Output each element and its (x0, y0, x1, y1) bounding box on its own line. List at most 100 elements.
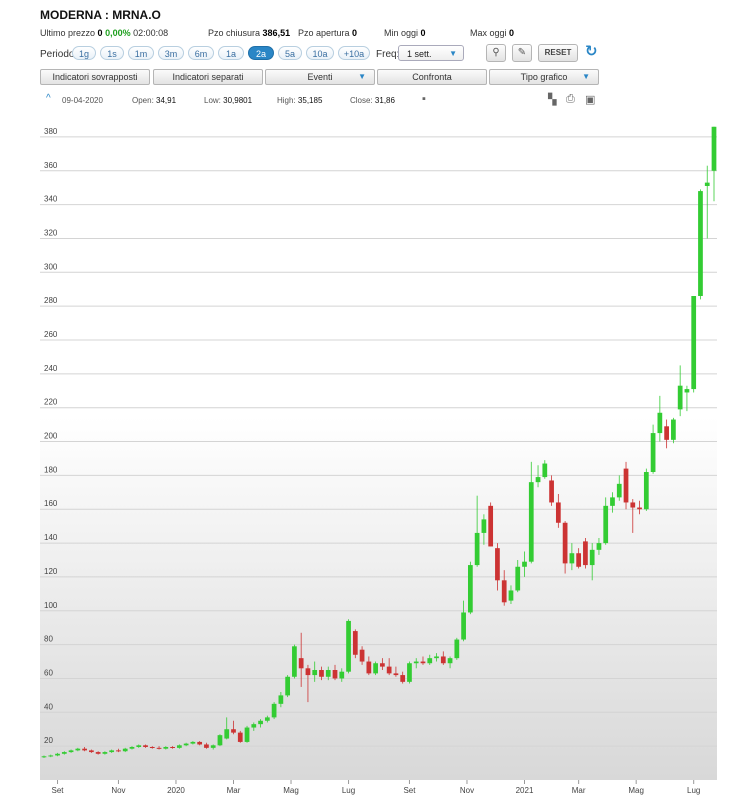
candle-up[interactable] (603, 505, 609, 544)
candle-up[interactable] (61, 752, 67, 754)
candle-down[interactable] (440, 656, 446, 664)
candle-down[interactable] (156, 747, 162, 749)
candle-up[interactable] (610, 497, 615, 506)
candle-up[interactable] (447, 658, 453, 664)
draw-button[interactable]: ✎ (512, 44, 532, 62)
candle-up[interactable] (407, 663, 412, 682)
candle-up[interactable] (339, 671, 345, 679)
candle-down[interactable] (332, 670, 338, 679)
candle-down[interactable] (95, 752, 101, 754)
candle-down[interactable] (305, 668, 311, 676)
candle-up[interactable] (264, 717, 270, 721)
period-button-1m[interactable]: 1m (128, 46, 154, 60)
candle-up[interactable] (271, 703, 277, 718)
candle-up[interactable] (542, 463, 548, 478)
candle-up[interactable] (251, 724, 257, 728)
reset-button[interactable]: RESET (538, 44, 578, 62)
chart-type-button[interactable]: Tipo grafico ▼ (489, 69, 599, 85)
candle-up[interactable] (515, 566, 521, 591)
candle-down[interactable] (630, 502, 636, 508)
period-button-1s[interactable]: 1s (100, 46, 124, 60)
period-button-1g[interactable]: 1g (72, 46, 96, 60)
period-button-1a[interactable]: 1a (218, 46, 244, 60)
candle-down[interactable] (116, 750, 121, 752)
period-button-2a[interactable]: 2a (248, 46, 274, 60)
zoom-button[interactable]: ⚲ (486, 44, 506, 62)
candle-up[interactable] (278, 695, 284, 704)
candle-down[interactable] (420, 661, 426, 664)
candlestick-chart[interactable]: 20 40 60 80 100 120 140 160 180 200 220 240 260 280 30… (0, 110, 729, 800)
candle-down[interactable] (237, 732, 243, 742)
separate-indicators-button[interactable]: Indicatori separati (153, 69, 263, 85)
period-button-3m[interactable]: 3m (158, 46, 184, 60)
refresh-icon[interactable]: ↻ (585, 42, 598, 60)
candle-up[interactable] (691, 296, 697, 390)
candle-up[interactable] (461, 612, 466, 640)
candle-down[interactable] (231, 729, 236, 733)
candle-up[interactable] (650, 433, 656, 472)
candle-up[interactable] (48, 755, 54, 757)
candle-up[interactable] (129, 747, 135, 749)
candle-up[interactable] (657, 412, 663, 434)
period-button-plus10a[interactable]: +10a (338, 46, 370, 60)
candle-down[interactable] (495, 548, 500, 581)
candle-up[interactable] (522, 561, 527, 567)
candle-up[interactable] (671, 419, 676, 440)
layers-icon[interactable]: ▚ (548, 93, 556, 106)
candle-down[interactable] (319, 670, 324, 677)
candle-down[interactable] (197, 741, 203, 745)
period-button-5a[interactable]: 5a (278, 46, 302, 60)
candle-up[interactable] (346, 620, 351, 672)
candle-down[interactable] (576, 553, 582, 567)
candle-down[interactable] (583, 541, 588, 566)
candle-up[interactable] (704, 182, 710, 186)
candle-down[interactable] (637, 507, 642, 510)
candle-up[interactable] (467, 565, 473, 613)
candle-up[interactable] (217, 735, 223, 746)
candle-up[interactable] (292, 646, 297, 677)
candle-up[interactable] (244, 727, 250, 742)
candle-down[interactable] (82, 748, 87, 751)
candle-up[interactable] (589, 549, 595, 566)
candle-up[interactable] (474, 532, 480, 566)
candle-up[interactable] (508, 590, 514, 601)
candle-up[interactable] (55, 753, 60, 756)
candle-up[interactable] (569, 553, 575, 564)
candle-down[interactable] (352, 631, 358, 655)
candle-down[interactable] (562, 522, 568, 564)
candle-down[interactable] (386, 666, 392, 674)
candle-up[interactable] (190, 741, 196, 744)
candle-up[interactable] (454, 639, 460, 659)
candle-up[interactable] (535, 477, 541, 483)
candle-up[interactable] (258, 720, 263, 725)
candle-up[interactable] (285, 676, 291, 696)
candle-up[interactable] (136, 745, 142, 747)
candle-up[interactable] (616, 483, 622, 498)
candle-down[interactable] (400, 675, 406, 682)
candle-up[interactable] (176, 745, 182, 748)
candle-up[interactable] (224, 729, 230, 739)
print-icon[interactable]: ⎙ (566, 93, 575, 106)
candle-down[interactable] (359, 649, 365, 662)
candle-up[interactable] (109, 750, 115, 753)
candle-up[interactable] (528, 482, 534, 562)
events-button[interactable]: Eventi ▼ (265, 69, 375, 85)
candle-down[interactable] (664, 426, 669, 440)
candle-down[interactable] (555, 502, 561, 523)
candle-down[interactable] (170, 747, 175, 748)
candle-up[interactable] (68, 750, 74, 753)
candle-up[interactable] (434, 656, 439, 659)
candle-up[interactable] (698, 191, 703, 296)
period-button-6m[interactable]: 6m (188, 46, 214, 60)
candle-up[interactable] (183, 743, 189, 746)
frequency-select[interactable]: 1 sett. ▼ (398, 45, 464, 61)
candle-up[interactable] (427, 658, 433, 664)
candle-up[interactable] (122, 748, 128, 752)
candle-down[interactable] (488, 505, 494, 547)
save-icon[interactable]: ▣ (585, 93, 595, 106)
candle-up[interactable] (677, 385, 683, 410)
candle-up[interactable] (643, 472, 649, 510)
candle-down[interactable] (380, 663, 385, 667)
comment-icon[interactable]: ▪ (422, 93, 426, 105)
candle-down[interactable] (501, 580, 507, 603)
